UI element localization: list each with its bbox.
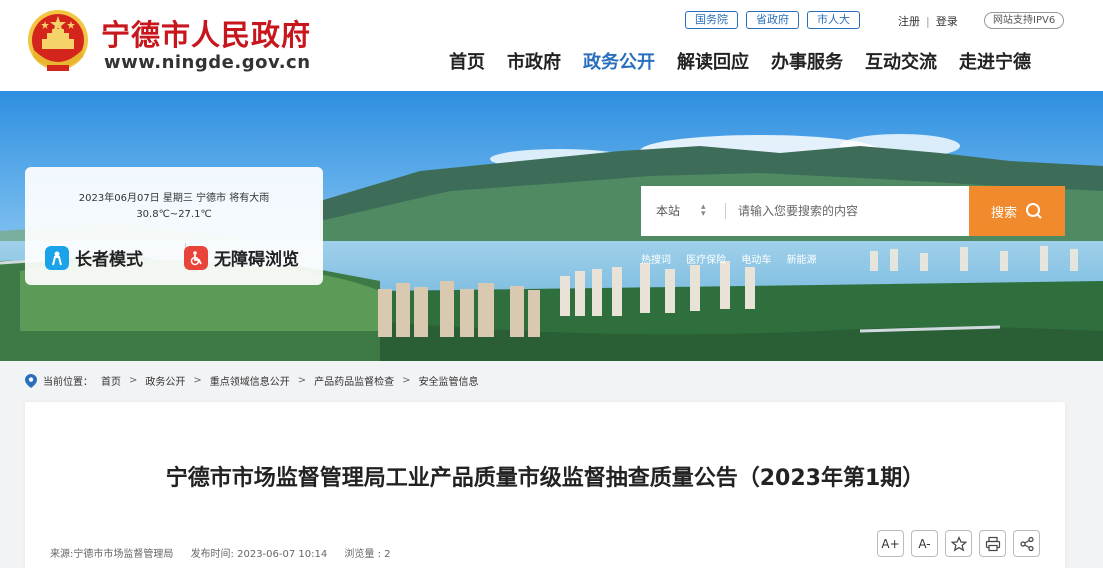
hot-words: 热搜词 医疗保险 电动车 新能源 [641,251,829,266]
article-source: 来源:宁德市市场监督管理局 [50,549,174,560]
nav-city-government[interactable]: 市政府 [507,48,561,74]
nav-interpretation[interactable]: 解读回应 [677,48,749,74]
print-button[interactable] [979,530,1006,557]
article-title: 宁德市市场监督管理局工业产品质量市级监督抽查质量公告（2023年第1期） [165,466,925,491]
font-increase-label: A+ [881,536,900,551]
hero-banner: 2023年06月07日 星期三 宁德市 将有大雨 30.8℃~27.1℃ 长者模… [0,91,1103,361]
updown-arrow-icon[interactable]: ▴ ▾ [701,203,706,219]
top-link-congress[interactable]: 市人大 [807,11,860,29]
breadcrumb-item-affairs[interactable]: 政务公开 [145,373,185,388]
nav-government-affairs[interactable]: 政务公开 [583,48,655,74]
site-name[interactable]: 宁德市人民政府 [101,12,311,54]
top-link-province[interactable]: 省政府 [746,11,799,29]
chevron-right-icon: > [402,375,411,386]
top-links: 国务院 省政府 市人大 [685,11,860,29]
hot-words-label: 热搜词 [641,255,671,266]
search-divider [725,203,726,219]
breadcrumb-label: 当前位置： [43,377,93,388]
search-box: 本站 ▴▾ 搜索 [641,186,1065,236]
font-decrease-label: A- [918,536,931,551]
login-link[interactable]: 登录 [936,15,958,28]
wheelchair-icon [184,245,208,270]
article-views: 浏览量 : 2 [344,549,391,560]
font-increase-button[interactable]: A+ [877,530,904,557]
site-url: www.ningde.gov.cn [104,52,311,73]
article-meta: 来源:宁德市市场监督管理局 发布时间: 2023-06-07 10:14 浏览量… [50,545,405,560]
search-scope-select[interactable]: 本站 [656,186,680,236]
hot-word-item[interactable]: 电动车 [741,255,771,266]
breadcrumb: 当前位置： 首页 > 政务公开 > 重点领域信息公开 > 产品药品监督检查 > … [25,373,479,388]
accessible-browse-label: 无障碍浏览 [214,250,299,270]
breadcrumb-item-key-areas[interactable]: 重点领域信息公开 [210,373,290,388]
breadcrumb-item-safety[interactable]: 安全监管信息 [419,373,479,388]
hot-word-item[interactable]: 医疗保险 [686,255,726,266]
article-tools: A+ A- [877,530,1040,557]
breadcrumb-item-home[interactable]: 首页 [101,373,121,388]
weather-date: 2023年06月07日 星期三 宁德市 将有大雨 [78,193,270,204]
search-icon [1026,203,1042,219]
nav-home[interactable]: 首页 [449,48,485,74]
hot-word-item[interactable]: 新能源 [787,255,817,266]
auth-separator: | [926,15,930,28]
article-publish-time: 发布时间: 2023-06-07 10:14 [190,549,328,560]
share-icon [1019,536,1034,551]
search-button[interactable]: 搜索 [969,186,1065,236]
auth-links: 注册 | 登录 [898,13,958,29]
national-emblem-icon[interactable] [25,9,91,75]
nav-interaction[interactable]: 互动交流 [865,48,937,74]
search-input[interactable] [738,199,958,223]
search-button-label: 搜索 [990,205,1017,221]
top-link-state-council[interactable]: 国务院 [685,11,738,29]
chevron-right-icon: > [193,375,202,386]
weather-temperature: 30.8℃~27.1℃ [136,209,212,220]
print-icon [985,536,1000,551]
nav-services[interactable]: 办事服务 [771,48,843,74]
chevron-right-icon: > [297,375,307,386]
ipv6-badge: 网站支持IPV6 [984,12,1065,29]
elder-mode-label: 长者模式 [75,250,143,270]
star-icon [950,535,967,551]
accessible-browse-button[interactable]: 无障碍浏览 [184,245,299,270]
share-button[interactable] [1013,530,1040,557]
font-decrease-button[interactable]: A- [911,530,938,557]
article-panel: 宁德市市场监督管理局工业产品质量市级监督抽查质量公告（2023年第1期） 来源:… [25,402,1065,568]
site-header: 宁德市人民政府 www.ningde.gov.cn 国务院 省政府 市人大 注册… [0,0,1103,91]
favorite-button[interactable] [945,530,972,557]
chevron-right-icon: > [129,375,138,386]
breadcrumb-item-inspection[interactable]: 产品药品监督检查 [314,373,394,388]
register-link[interactable]: 注册 [898,15,920,28]
elder-icon [45,245,69,270]
main-nav: 首页 市政府 政务公开 解读回应 办事服务 互动交流 走进宁德 [449,48,1031,74]
page: 宁德市人民政府 www.ningde.gov.cn 国务院 省政府 市人大 注册… [0,0,1103,568]
nav-about-ningde[interactable]: 走进宁德 [959,48,1031,74]
location-pin-icon [25,373,37,388]
weather-card: 2023年06月07日 星期三 宁德市 将有大雨 30.8℃~27.1℃ 长者模… [25,167,323,285]
elder-mode-button[interactable]: 长者模式 [45,245,143,270]
